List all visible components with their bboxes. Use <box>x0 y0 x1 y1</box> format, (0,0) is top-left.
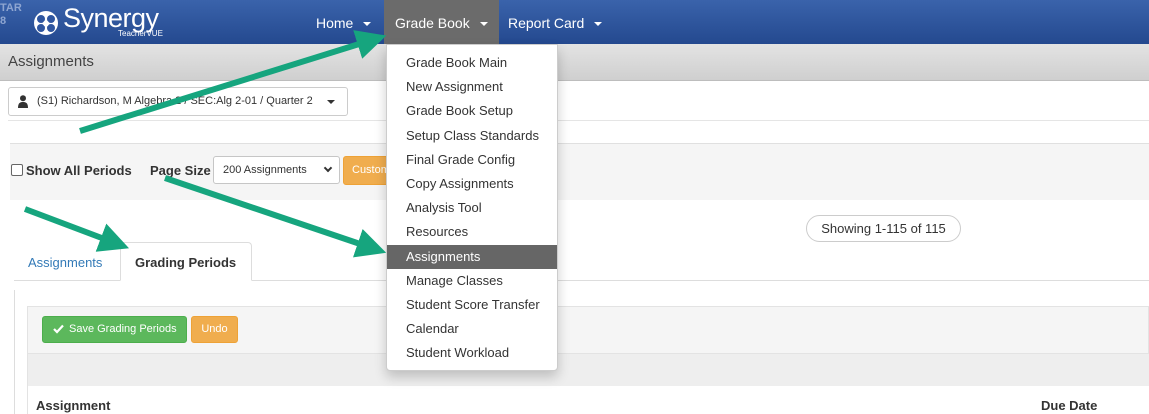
checkmark-icon <box>53 324 64 334</box>
tab-assignments[interactable]: Assignments <box>14 242 114 281</box>
menu-item-assignments[interactable]: Assignments <box>387 244 557 269</box>
save-grading-periods-button[interactable]: Save Grading Periods <box>42 316 187 343</box>
page-title-bar: Assignments <box>0 44 1149 81</box>
grade-book-dropdown-menu: Grade Book Main New Assignment Grade Boo… <box>386 44 558 371</box>
top-navbar: TAR 8 Synergy TeacherVUE Home Grade Book… <box>0 0 1149 44</box>
nav-grade-book-label: Grade Book <box>395 15 470 31</box>
column-header-assignment[interactable]: Assignment <box>36 398 110 413</box>
menu-item-manage-classes[interactable]: Manage Classes <box>387 269 557 293</box>
nav-home[interactable]: Home <box>316 0 372 44</box>
arrow-to-grading-periods-tab <box>23 206 130 252</box>
tab-grading-periods[interactable]: Grading Periods <box>120 242 252 281</box>
page-size-label: Page Size <box>150 163 211 178</box>
menu-item-analysis-tool[interactable]: Analysis Tool <box>387 196 557 220</box>
corner-label: TAR 8 <box>0 2 22 27</box>
divider <box>8 120 1149 121</box>
undo-button[interactable]: Undo <box>191 316 238 343</box>
menu-item-resources[interactable]: Resources <box>387 220 557 244</box>
menu-item-student-workload[interactable]: Student Workload <box>387 341 557 365</box>
chevron-down-icon <box>323 163 333 173</box>
menu-item-final-grade-config[interactable]: Final Grade Config <box>387 148 557 172</box>
menu-item-calendar[interactable]: Calendar <box>387 317 557 341</box>
menu-item-new-assignment[interactable]: New Assignment <box>387 75 557 99</box>
page-size-select[interactable]: 200 Assignments <box>213 156 340 184</box>
synergy-logo[interactable]: TAR 8 Synergy TeacherVUE <box>0 0 200 44</box>
class-selector[interactable]: (S1) Richardson, M Algebra 2 / SEC:Alg 2… <box>8 87 348 116</box>
caret-down-icon <box>363 22 372 27</box>
nav-grade-book[interactable]: Grade Book <box>384 0 499 44</box>
page-size-value: 200 Assignments <box>223 164 307 176</box>
grid-header <box>27 386 1149 414</box>
menu-item-setup-class-standards[interactable]: Setup Class Standards <box>387 124 557 148</box>
logo-subtext: TeacherVUE <box>118 29 163 38</box>
menu-item-grade-book-main[interactable]: Grade Book Main <box>387 51 557 75</box>
caret-down-icon <box>479 22 488 27</box>
class-selector-value: (S1) Richardson, M Algebra 2 / SEC:Alg 2… <box>37 95 313 107</box>
page-title: Assignments <box>8 53 94 70</box>
grid-filter-row <box>27 354 1149 386</box>
nav-report-card[interactable]: Report Card <box>508 0 603 44</box>
showing-count: Showing 1-115 of 115 <box>806 215 961 242</box>
person-icon <box>18 95 28 108</box>
menu-item-grade-book-setup[interactable]: Grade Book Setup <box>387 99 557 123</box>
nav-report-card-label: Report Card <box>508 15 585 31</box>
menu-item-student-score-transfer[interactable]: Student Score Transfer <box>387 293 557 317</box>
show-all-periods-checkbox[interactable] <box>11 164 23 176</box>
caret-down-icon <box>327 100 335 104</box>
menu-item-copy-assignments[interactable]: Copy Assignments <box>387 172 557 196</box>
show-all-periods-label: Show All Periods <box>26 163 132 178</box>
column-header-due-date[interactable]: Due Date <box>1041 398 1097 413</box>
synergy-logo-icon <box>34 11 58 35</box>
nav-home-label: Home <box>316 15 354 31</box>
caret-down-icon <box>594 22 603 27</box>
save-button-label: Save Grading Periods <box>69 323 177 335</box>
